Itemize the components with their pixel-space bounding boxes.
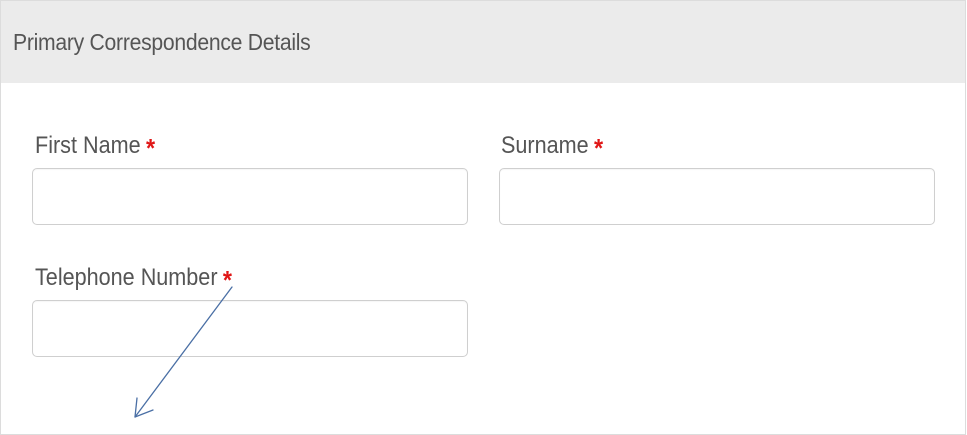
surname-input[interactable] [499, 168, 935, 225]
required-asterisk-icon: * [594, 133, 604, 163]
surname-label: Surname * [501, 129, 604, 163]
panel-header: Primary Correspondence Details [1, 1, 965, 83]
telephone-input[interactable] [32, 300, 468, 357]
correspondence-panel: Primary Correspondence Details First Nam… [0, 0, 966, 435]
panel-title: Primary Correspondence Details [13, 29, 311, 55]
telephone-label: Telephone Number * [35, 261, 233, 295]
first-name-label: First Name * [35, 129, 156, 163]
first-name-input[interactable] [32, 168, 468, 225]
telephone-label-text: Telephone Number [35, 264, 218, 291]
first-name-label-text: First Name [35, 132, 141, 159]
required-asterisk-icon: * [146, 133, 156, 163]
surname-label-text: Surname [501, 132, 589, 159]
required-asterisk-icon: * [222, 265, 233, 295]
